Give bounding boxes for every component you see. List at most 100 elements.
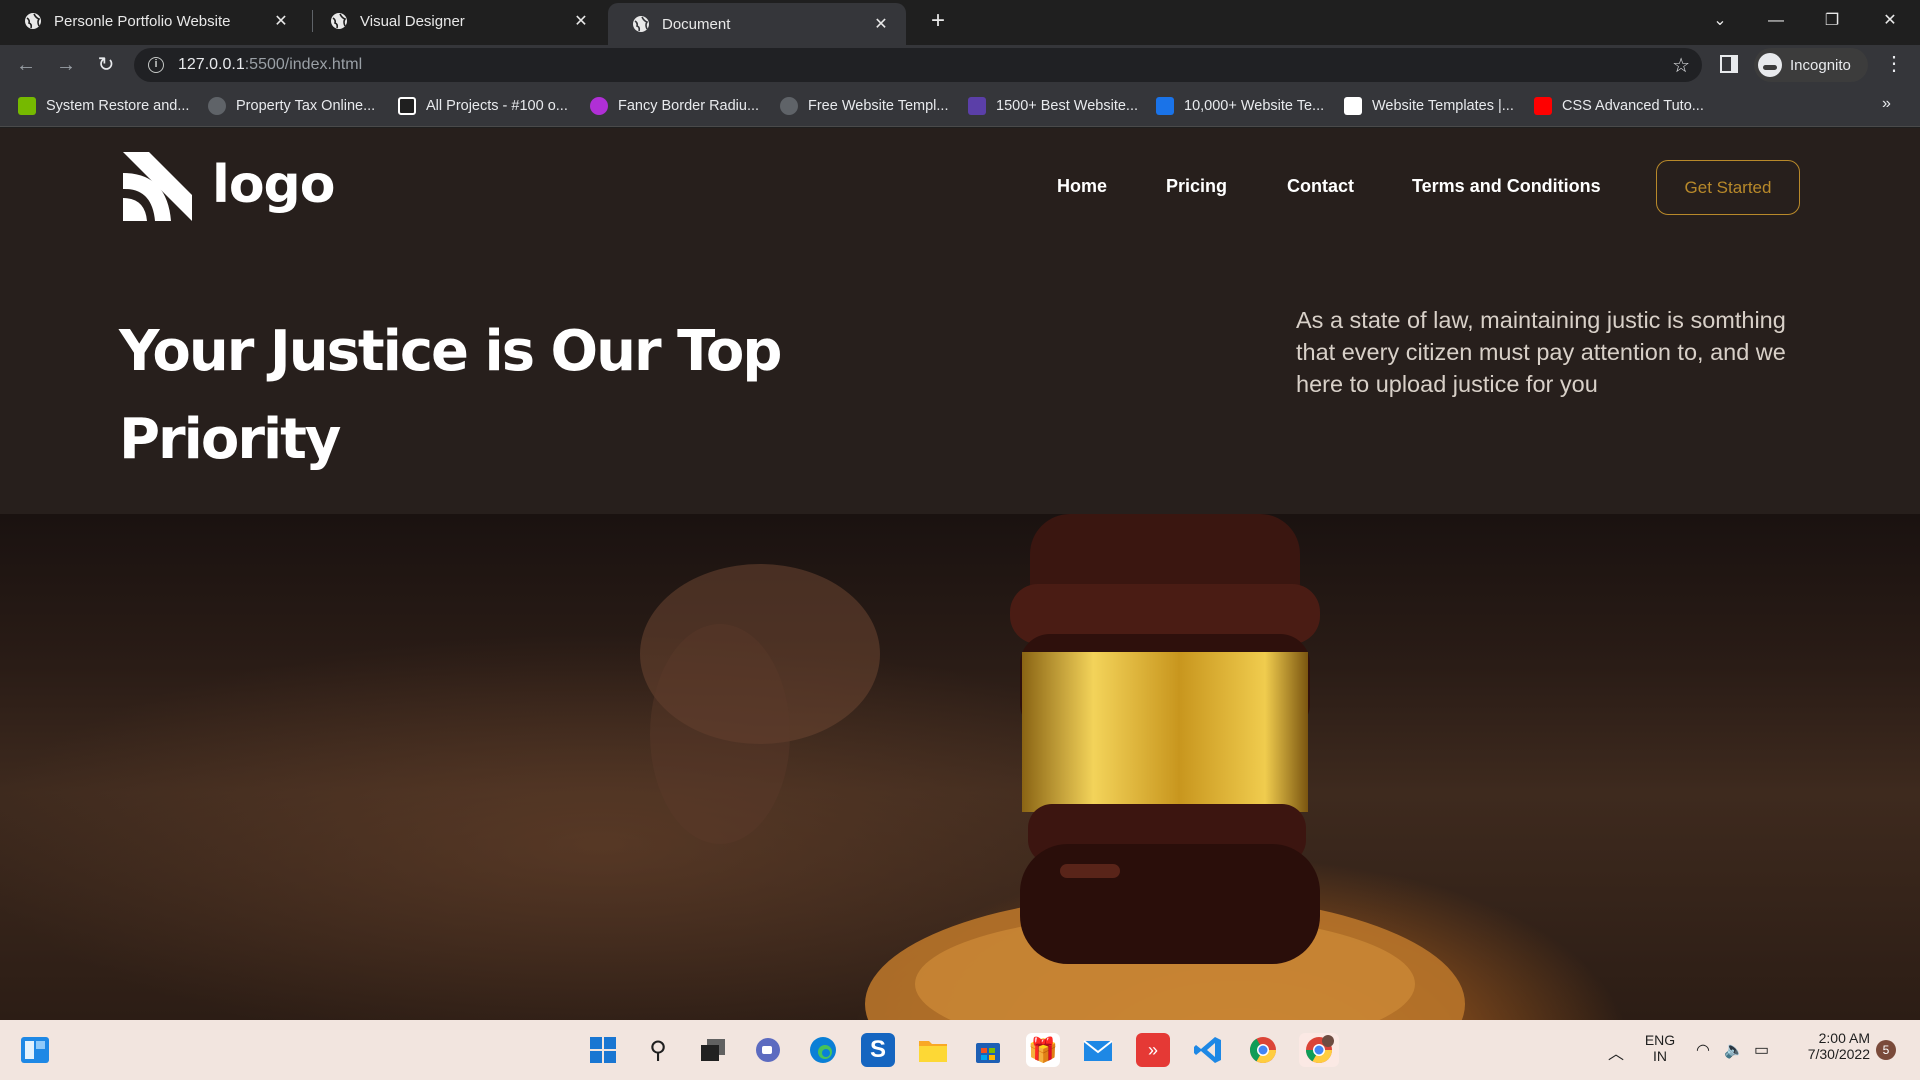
vscode-icon[interactable]	[1191, 1033, 1225, 1067]
globe-icon	[780, 97, 798, 115]
tab-visual-designer[interactable]: Visual Designer ✕	[306, 0, 606, 42]
close-icon[interactable]: ✕	[570, 11, 592, 31]
bookmark-item[interactable]: 1500+ Best Website...	[968, 95, 1138, 117]
bookmark-label: Property Tax Online...	[236, 98, 376, 114]
clock[interactable]: 2:00 AM 7/30/2022	[1786, 1030, 1870, 1062]
address-bar[interactable]: i 127.0.0.1:5500/index.html ☆	[134, 48, 1702, 82]
star-icon[interactable]: ☆	[1672, 53, 1690, 78]
info-icon[interactable]: i	[148, 57, 164, 73]
wifi-icon[interactable]: ◠	[1696, 1040, 1710, 1060]
logo-icon	[123, 152, 192, 221]
bookmarks-bar: System Restore and... Property Tax Onlin…	[0, 85, 1920, 127]
bookmark-label: Free Website Templ...	[808, 98, 949, 114]
time-text: 2:00 AM	[1818, 1030, 1870, 1046]
browser-toolbar: ← → ↻ i 127.0.0.1:5500/index.html ☆ Inco…	[0, 45, 1920, 85]
globe-icon	[330, 12, 348, 30]
chrome-incognito-icon[interactable]	[1299, 1033, 1339, 1067]
minimize-button[interactable]: —	[1756, 6, 1796, 36]
bookmark-item[interactable]: CSS Advanced Tuto...	[1534, 95, 1704, 117]
close-icon[interactable]: ✕	[870, 14, 892, 34]
browser-tab-strip: Personle Portfolio Website ✕ Visual Desi…	[0, 0, 1920, 45]
reload-icon[interactable]: ↻	[92, 51, 120, 79]
tab-document[interactable]: Document ✕	[608, 3, 906, 45]
battery-icon[interactable]: ▭	[1754, 1040, 1769, 1060]
page-viewport: logo Home Pricing Contact Terms and Cond…	[0, 128, 1920, 1020]
bookmark-label: CSS Advanced Tuto...	[1562, 98, 1704, 114]
bookmark-item[interactable]: 10,000+ Website Te...	[1156, 95, 1324, 117]
bookmark-label: Fancy Border Radiu...	[618, 98, 760, 114]
bookmark-label: All Projects - #100 o...	[426, 98, 568, 114]
logo-text: logo	[212, 154, 335, 215]
nav-home[interactable]: Home	[1057, 176, 1107, 197]
bookmark-label: Website Templates |...	[1372, 98, 1514, 114]
forward-icon[interactable]: →	[52, 51, 80, 79]
bookmark-item[interactable]: Fancy Border Radiu...	[590, 95, 759, 117]
url-text: 127.0.0.1:5500/index.html	[178, 56, 362, 74]
n-icon	[1156, 97, 1174, 115]
new-tab-button[interactable]: +	[924, 8, 952, 36]
restore-button[interactable]: ❐	[1812, 6, 1852, 36]
get-started-button[interactable]: Get Started	[1656, 160, 1800, 215]
tab-title: Personle Portfolio Website	[54, 12, 231, 30]
codepen-icon	[398, 97, 416, 115]
bookmark-item[interactable]: Property Tax Online...	[208, 95, 375, 117]
edge-icon[interactable]	[806, 1033, 840, 1067]
date-text: 7/30/2022	[1807, 1046, 1870, 1062]
tab-title: Visual Designer	[360, 12, 465, 30]
region-code: IN	[1653, 1048, 1667, 1064]
fancy-border-icon	[590, 97, 608, 115]
hero-description: As a state of law, maintaining justic is…	[1296, 307, 1786, 397]
nvidia-icon	[18, 97, 36, 115]
back-icon[interactable]: ←	[12, 51, 40, 79]
globe-icon	[208, 97, 226, 115]
store-icon[interactable]	[971, 1033, 1005, 1067]
wix-icon	[1344, 97, 1362, 115]
menu-icon[interactable]: ⋮	[1884, 51, 1904, 76]
youtube-icon	[1534, 97, 1552, 115]
gavel-illustration	[640, 514, 1465, 1020]
nav-terms-and-conditions[interactable]: Terms and Conditions	[1412, 176, 1601, 197]
site-logo[interactable]: logo	[119, 148, 335, 221]
sway-icon[interactable]: S	[861, 1033, 895, 1067]
close-window-button[interactable]: ✕	[1870, 6, 1910, 36]
tab-personle-portfolio[interactable]: Personle Portfolio Website ✕	[0, 0, 306, 42]
nav-pricing[interactable]: Pricing	[1166, 176, 1227, 197]
chat-icon[interactable]	[751, 1033, 785, 1067]
bookmark-item[interactable]: System Restore and...	[18, 95, 189, 117]
bookmark-label: System Restore and...	[46, 98, 190, 114]
tab-title: Document	[662, 15, 731, 33]
volume-icon[interactable]: 🔈	[1724, 1040, 1744, 1060]
nav-contact[interactable]: Contact	[1287, 176, 1354, 197]
side-panel-icon[interactable]	[1720, 55, 1738, 73]
bookmark-item[interactable]: All Projects - #100 o...	[398, 95, 568, 117]
gavel-hero-image	[0, 514, 1920, 1020]
remote-desktop-icon[interactable]: »	[1136, 1033, 1170, 1067]
language-code: ENG	[1644, 1032, 1676, 1048]
gift-icon[interactable]: 🎁	[1026, 1033, 1060, 1067]
notification-badge[interactable]: 5	[1876, 1040, 1896, 1060]
language-indicator[interactable]: ENG IN	[1640, 1032, 1680, 1064]
tab-search-icon[interactable]: ⌄	[1700, 6, 1740, 36]
incognito-profile-button[interactable]: Incognito	[1754, 48, 1868, 82]
incognito-label: Incognito	[1790, 56, 1851, 74]
bookmark-item[interactable]: Free Website Templ...	[780, 95, 949, 117]
url-path: :5500/index.html	[244, 56, 363, 73]
chrome-icon[interactable]	[1246, 1033, 1280, 1067]
close-icon[interactable]: ✕	[270, 11, 292, 31]
url-host: 127.0.0.1	[178, 56, 245, 73]
file-explorer-icon[interactable]	[916, 1033, 950, 1067]
mail-icon[interactable]	[1081, 1033, 1115, 1067]
globe-icon	[24, 12, 42, 30]
bookmark-item[interactable]: Website Templates |...	[1344, 95, 1514, 117]
hero-title: Your Justice is Our Top Priority	[119, 319, 782, 472]
task-view-icon[interactable]	[696, 1033, 730, 1067]
incognito-icon	[1758, 53, 1782, 77]
search-icon[interactable]: ⚲	[641, 1033, 675, 1067]
start-icon[interactable]	[586, 1033, 620, 1067]
bookmark-label: 10,000+ Website Te...	[1184, 98, 1325, 114]
globe-icon	[632, 15, 650, 33]
widgets-icon[interactable]	[18, 1033, 52, 1067]
bookmark-label: 1500+ Best Website...	[996, 98, 1138, 114]
more-bookmarks-icon[interactable]: »	[1882, 95, 1891, 113]
chevron-up-icon[interactable]: ︿	[1608, 1040, 1624, 1064]
